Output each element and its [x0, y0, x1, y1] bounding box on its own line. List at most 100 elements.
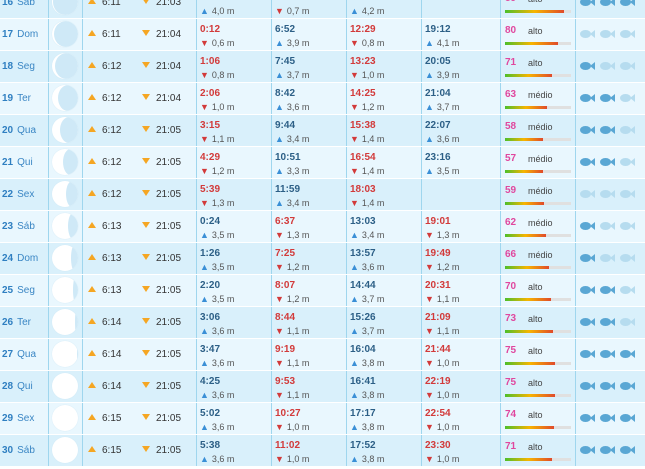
- column-divider: [346, 435, 347, 466]
- weekday-name: Qui: [17, 381, 33, 392]
- high-tide-arrow-icon: ▲: [350, 358, 359, 368]
- table-row[interactable]: 25 Seg 6:13 21:05 2:20 ▲ 3,5 m 8:07 ▼ 1,2 m 14:44 ▲…: [0, 275, 645, 307]
- tide-height-value: 3,6 m: [436, 134, 460, 144]
- tide-height: ▼ 1,0 m: [425, 389, 491, 401]
- column-divider: [421, 371, 422, 402]
- sunrise-icon: [88, 414, 96, 421]
- table-row[interactable]: 17 Dom 6:11 21:04 0:12 ▼ 0,6 m 6:52 ▲ 3,9 m 12:29 ▼…: [0, 19, 645, 51]
- tide-time: 4:25: [200, 376, 221, 387]
- sunset-time: 21:03: [156, 0, 182, 8]
- table-row[interactable]: 29 Sex 6:15 21:05 5:02 ▲ 3,6 m 10:27 ▼ 1,0 m 17:17…: [0, 403, 645, 435]
- moon-phase-icon: [52, 373, 78, 399]
- moon-phase-icon: [52, 277, 78, 303]
- tide-height-value: 3,8 m: [361, 454, 385, 464]
- sunset-icon: [142, 382, 150, 389]
- sunset-icon: [142, 30, 150, 37]
- low-tide-arrow-icon: ▼: [275, 358, 284, 368]
- sunset-icon: [142, 286, 150, 293]
- column-divider: [82, 179, 83, 210]
- low-tide-arrow-icon: ▼: [275, 262, 284, 272]
- column-divider: [500, 115, 501, 146]
- coefficient-value: 70: [505, 281, 517, 292]
- fish-icon: [580, 189, 596, 199]
- tide-height-value: 3,5 m: [211, 262, 235, 272]
- moon-shadow: [68, 213, 78, 239]
- high-tide-arrow-icon: ▲: [200, 390, 209, 400]
- sunset-time: 21:04: [156, 29, 182, 40]
- sunset-icon: [142, 318, 150, 325]
- coefficient-bar: [505, 42, 571, 45]
- high-tide-arrow-icon: ▲: [350, 6, 359, 16]
- moon-shadow: [53, 0, 78, 15]
- low-tide-arrow-icon: ▼: [350, 166, 359, 176]
- column-divider: [196, 115, 197, 146]
- table-row[interactable]: 22 Sex 6:12 21:05 5:39 ▼ 1,3 m 11:59 ▲ 3,4 m 18:03…: [0, 179, 645, 211]
- sunset-time: 21:05: [156, 285, 182, 296]
- table-row[interactable]: 19 Ter 6:12 21:04 2:06 ▼ 1,0 m 8:42 ▲ 3,6 m 14:25 ▼…: [0, 83, 645, 115]
- coefficient-value: 63: [505, 89, 517, 100]
- table-row[interactable]: 24 Dom 6:13 21:05 1:26 ▲ 3,5 m 7:25 ▼ 1,2 m 13:57 ▲…: [0, 243, 645, 275]
- tide-cell: 21:09 ▼ 1,1 m: [425, 307, 491, 338]
- tide-cell: 18:03 ▼ 1,4 m: [350, 179, 416, 210]
- coefficient-bar-fill: [505, 202, 544, 205]
- column-divider: [48, 51, 49, 82]
- coefficient-value: 75: [505, 377, 517, 388]
- column-divider: [575, 51, 576, 82]
- tide-cell: 16:54 ▼ 1,4 m: [350, 147, 416, 178]
- tide-height: ▲ 3,4 m: [275, 133, 341, 145]
- tide-cell: [425, 179, 491, 210]
- fish-icon: [620, 445, 636, 455]
- low-tide-arrow-icon: ▼: [425, 422, 434, 432]
- sunrise-icon: [88, 190, 96, 197]
- tide-cell: 3:15 ▼ 1,1 m: [200, 115, 266, 146]
- column-divider: [575, 243, 576, 274]
- coefficient-value: 66: [505, 249, 517, 260]
- column-divider: [48, 243, 49, 274]
- tide-height-value: 3,3 m: [286, 166, 310, 176]
- column-divider: [48, 403, 49, 434]
- tide-cell: 20:05 ▲ 3,9 m: [425, 51, 491, 82]
- high-tide-arrow-icon: ▲: [425, 102, 434, 112]
- table-row[interactable]: 23 Sáb 6:13 21:05 0:24 ▲ 3,5 m 6:37 ▼ 1,3 m 13:03 ▲…: [0, 211, 645, 243]
- tide-height: ▲ 3,6 m: [200, 357, 266, 369]
- coefficient-bar: [505, 394, 571, 397]
- tide-cell: 3:06 ▲ 3,6 m: [200, 307, 266, 338]
- table-row[interactable]: 27 Qua 6:14 21:05 3:47 ▲ 3,6 m 9:19 ▼ 1,1 m 16:04 ▲…: [0, 339, 645, 371]
- tide-time: 3:15: [200, 120, 221, 131]
- tide-height: ▲ 3,6 m: [275, 101, 341, 113]
- tide-cell: 8:42 ▲ 3,6 m: [275, 83, 341, 114]
- tide-cell: 10:27 ▼ 1,0 m: [275, 403, 341, 434]
- tide-height: ▼ 1,2 m: [425, 261, 491, 273]
- moon-shadow: [60, 117, 78, 143]
- fish-icon: [600, 413, 616, 423]
- sunrise-icon: [88, 222, 96, 229]
- coefficient-value: 71: [505, 57, 517, 68]
- day-cell: 17 Dom: [2, 19, 48, 50]
- column-divider: [575, 339, 576, 370]
- column-divider: [48, 83, 49, 114]
- table-row[interactable]: 18 Seg 6:12 21:04 1:06 ▼ 0,8 m 7:45 ▲ 3,7 m 13:23 ▼…: [0, 51, 645, 83]
- tide-height: ▲ 3,6 m: [200, 453, 266, 465]
- sunset-cell: 21:05: [142, 179, 181, 210]
- table-row[interactable]: 26 Ter 6:14 21:05 3:06 ▲ 3,6 m 8:44 ▼ 1,1 m 15:26 ▲…: [0, 307, 645, 339]
- column-divider: [82, 403, 83, 434]
- table-row[interactable]: 30 Sáb 6:15 21:05 5:38 ▲ 3,6 m 11:02 ▼ 1,0 m 17:52…: [0, 435, 645, 467]
- sunrise-cell: 6:15: [88, 435, 121, 466]
- weekday-name: Ter: [17, 317, 32, 328]
- fish-icon: [620, 125, 636, 135]
- fish-icon: [580, 285, 596, 295]
- column-divider: [346, 243, 347, 274]
- table-row[interactable]: 16Sáb6:1121:036:01▲4,0 m11:59▼0,7 m18:21…: [0, 0, 645, 19]
- low-tide-arrow-icon: ▼: [200, 198, 209, 208]
- tide-coefficient-cell: 74 alto: [503, 403, 571, 434]
- tide-time: 5:38: [200, 440, 221, 451]
- coefficient-bar-fill: [505, 106, 547, 109]
- table-row[interactable]: 21 Qui 6:12 21:05 4:29 ▼ 1,2 m 10:51 ▲ 3,3 m 16:54…: [0, 147, 645, 179]
- coefficient-label: alto: [528, 26, 543, 36]
- fish-icon: [580, 253, 596, 263]
- table-row[interactable]: 20 Qua 6:12 21:05 3:15 ▼ 1,1 m 9:44 ▲ 3,4 m 15:38 ▼…: [0, 115, 645, 147]
- table-row[interactable]: 28 Qui 6:14 21:05 4:25 ▲ 3,6 m 9:53 ▼ 1,1 m 16:41 ▲…: [0, 371, 645, 403]
- sunset-icon: [142, 414, 150, 421]
- low-tide-arrow-icon: ▼: [200, 166, 209, 176]
- sunset-time: 21:05: [156, 221, 182, 232]
